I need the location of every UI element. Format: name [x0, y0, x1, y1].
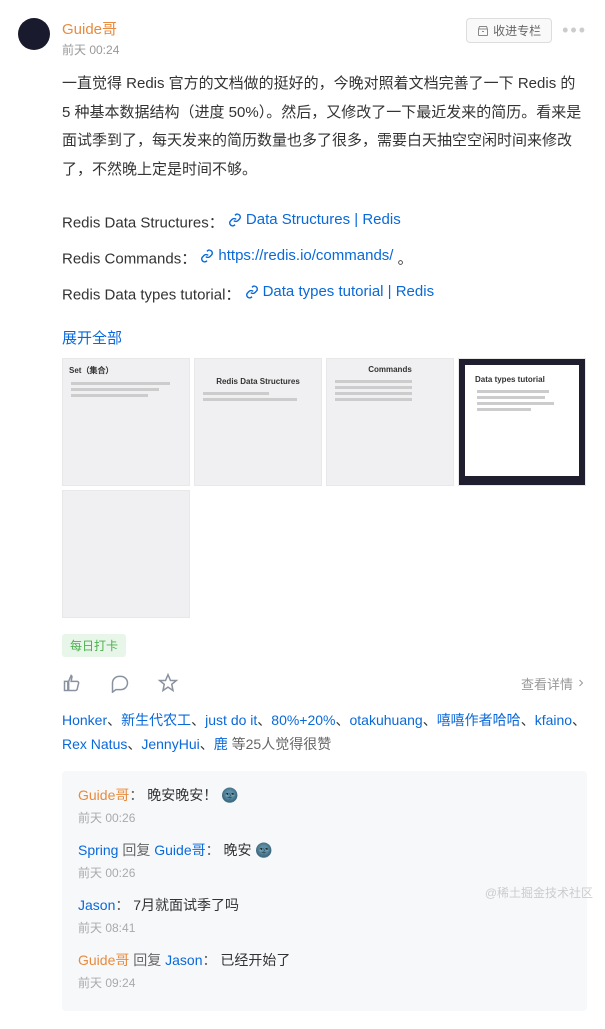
liker-link[interactable]: Honker	[62, 712, 107, 728]
avatar[interactable]	[18, 18, 50, 50]
liker-link[interactable]: Rex Natus	[62, 736, 127, 752]
collect-button[interactable]: 收进专栏	[466, 18, 552, 43]
thumbnail-4[interactable]	[62, 490, 190, 618]
post-timestamp: 前天 00:24	[62, 41, 454, 58]
link-row-1: Redis Commands： https://redis.io/command…	[62, 242, 587, 274]
header-actions: 收进专栏 •••	[466, 18, 587, 43]
author-name[interactable]: Guide哥	[62, 18, 454, 39]
post-header: Guide哥 前天 00:24 收进专栏 •••	[18, 18, 587, 58]
thumbnail-2[interactable]: Commands	[326, 358, 454, 486]
footer-actions: 查看详情	[62, 673, 587, 693]
thumbnail-1[interactable]: Redis Data Structures	[194, 358, 322, 486]
comment-text: 7月就面试季了吗	[133, 897, 239, 913]
liker-link[interactable]: 80%+20%	[271, 712, 335, 728]
comment-text: 已经开始了	[220, 952, 290, 968]
star-icon[interactable]	[158, 673, 178, 693]
reply-target[interactable]: Guide哥	[154, 842, 205, 858]
reply-target[interactable]: Jason	[165, 952, 202, 968]
view-detail-label: 查看详情	[521, 674, 573, 693]
comment-author[interactable]: Spring	[78, 842, 118, 858]
thumb-up-icon[interactable]	[62, 673, 82, 693]
link-label: Redis Commands：	[62, 250, 196, 267]
link-0[interactable]: Data Structures | Redis	[228, 206, 401, 235]
comment-text: 晚安晚安！	[147, 787, 217, 803]
view-detail-button[interactable]: 查看详情	[521, 674, 587, 693]
post-container: Guide哥 前天 00:24 收进专栏 ••• 一直觉得 Redis 官方的文…	[0, 0, 605, 1029]
comment-time: 前天 00:26	[78, 864, 571, 881]
topic-tag[interactable]: 每日打卡	[62, 634, 126, 657]
comment-author[interactable]: Jason	[78, 897, 115, 913]
thumbnail-0[interactable]: Set（集合）	[62, 358, 190, 486]
liker-link[interactable]: kfaino	[535, 712, 572, 728]
link-text: Data types tutorial | Redis	[263, 278, 434, 307]
comment-time: 前天 09:24	[78, 974, 571, 991]
link-text: Data Structures | Redis	[246, 206, 401, 235]
liker-link[interactable]: otakuhuang	[350, 712, 423, 728]
comment-text: 晚安	[224, 842, 252, 858]
comment-item: Guide哥 回复 Jason： 已经开始了前天 09:24	[78, 950, 571, 991]
liker-link[interactable]: 新生代农工	[121, 712, 191, 728]
link-label: Redis Data types tutorial：	[62, 286, 240, 303]
more-icon[interactable]: •••	[562, 20, 587, 41]
thumbnail-3[interactable]: Data types tutorial	[458, 358, 586, 486]
thumbnail-grid: Set（集合） Redis Data Structures Commands D…	[62, 358, 587, 618]
liker-link[interactable]: JennyHui	[141, 736, 199, 752]
link-icon	[245, 285, 259, 299]
expand-all[interactable]: 展开全部	[62, 327, 587, 348]
comment-time: 前天 08:41	[78, 919, 571, 936]
comment-item: Spring 回复 Guide哥： 晚安 🌚前天 00:26	[78, 840, 571, 881]
comment-icon[interactable]	[110, 673, 130, 693]
liker-link[interactable]: 嘻嘻作者哈哈	[437, 712, 521, 728]
link-2[interactable]: Data types tutorial | Redis	[245, 278, 434, 307]
reply-label: 回复	[118, 842, 154, 858]
post-content: 一直觉得 Redis 官方的文档做的挺好的，今晚对照着文档完善了一下 Redis…	[62, 70, 587, 1011]
post-body: 一直觉得 Redis 官方的文档做的挺好的，今晚对照着文档完善了一下 Redis…	[62, 70, 587, 184]
link-icon	[228, 213, 242, 227]
user-block: Guide哥 前天 00:24	[62, 18, 454, 58]
reply-label: 回复	[129, 952, 165, 968]
comment-author[interactable]: Guide哥	[78, 787, 129, 803]
liker-link[interactable]: just do it	[205, 712, 257, 728]
collect-label: 收进专栏	[493, 22, 541, 39]
box-icon	[477, 25, 489, 37]
likers-suffix: 等25人觉得很赞	[228, 736, 331, 752]
link-row-0: Redis Data Structures： Data Structures |…	[62, 206, 587, 238]
link-suffix: 。	[398, 250, 413, 267]
link-label: Redis Data Structures：	[62, 214, 224, 231]
comment-time: 前天 00:26	[78, 809, 571, 826]
emoji-icon: 🌚	[217, 787, 238, 803]
watermark: @稀土掘金技术社区	[485, 884, 593, 901]
link-1[interactable]: https://redis.io/commands/	[200, 242, 393, 271]
comment-author[interactable]: Guide哥	[78, 952, 129, 968]
emoji-icon: 🌚	[252, 842, 273, 858]
link-icon	[200, 249, 214, 263]
likers-list: Honker、新生代农工、just do it、80%+20%、otakuhua…	[62, 709, 587, 757]
liker-link[interactable]: 鹿	[214, 736, 228, 752]
chevron-right-icon	[575, 677, 587, 689]
comment-item: Guide哥： 晚安晚安！ 🌚前天 00:26	[78, 785, 571, 826]
link-row-2: Redis Data types tutorial： Data types tu…	[62, 278, 587, 310]
link-text: https://redis.io/commands/	[218, 242, 393, 271]
